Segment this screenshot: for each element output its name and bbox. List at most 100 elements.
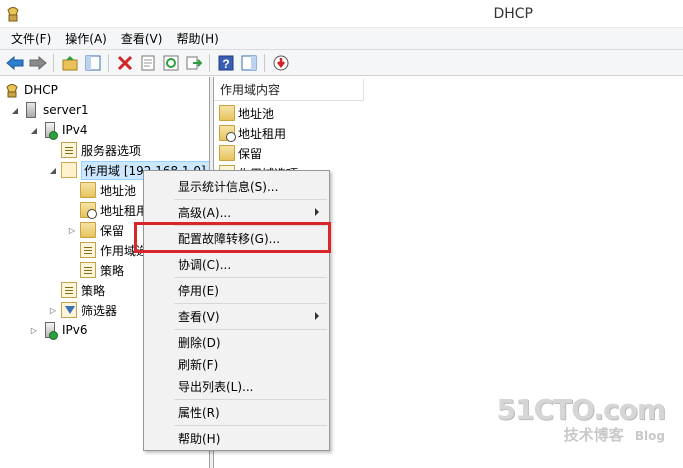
properties-icon[interactable] — [137, 52, 158, 73]
tree-item-filters[interactable]: ▷ 筛选器 — [48, 300, 117, 320]
tree-label: server1 — [43, 103, 89, 117]
tree-item-policies[interactable]: 策略 — [61, 280, 105, 300]
list-item[interactable]: 保留 — [219, 143, 262, 163]
context-menu: 显示统计信息(S)... 高级(A)... 配置故障转移(G)... 协调(C)… — [143, 170, 330, 451]
up-folder-icon[interactable] — [59, 52, 80, 73]
menu-action[interactable]: 操作(A) — [58, 28, 114, 49]
tree-item-ipv6[interactable]: ▷ IPv6 — [29, 320, 88, 340]
tree-item-dhcp[interactable]: DHCP — [4, 80, 58, 100]
menu-item-show-statistics[interactable]: 显示统计信息(S)... — [146, 175, 327, 197]
menu-separator — [174, 199, 327, 200]
toolbar-separator — [53, 53, 54, 72]
menu-separator — [174, 425, 327, 426]
menu-separator — [174, 303, 327, 304]
watermark-subtitle-text: 技术博客 — [563, 426, 624, 444]
menu-item-properties[interactable]: 属性(R) — [146, 401, 327, 423]
menu-item-label: 查看(V) — [178, 309, 220, 324]
tree-item-scope-policies[interactable]: 策略 — [80, 260, 124, 280]
menu-separator — [174, 329, 327, 330]
toolbar-separator — [108, 53, 109, 72]
folder-icon — [219, 105, 235, 121]
list-item[interactable]: 地址池 — [219, 103, 274, 123]
menu-file[interactable]: 文件(F) — [4, 28, 58, 49]
expand-arrow-icon[interactable]: ◢ — [10, 106, 20, 115]
watermark-brand: 51CTO.com — [496, 393, 666, 426]
menu-item-delete[interactable]: 删除(D) — [146, 331, 327, 353]
column-header[interactable]: 作用域内容 — [214, 79, 364, 101]
collapse-arrow-icon[interactable]: ▷ — [48, 306, 58, 315]
lease-clock-icon — [80, 202, 97, 219]
red-down-arrow-icon[interactable] — [270, 52, 291, 73]
menu-item-label: 删除(D) — [178, 335, 221, 350]
menu-item-reconcile[interactable]: 协调(C)... — [146, 253, 327, 275]
folder-icon — [80, 182, 96, 198]
menu-view[interactable]: 查看(V) — [114, 28, 170, 49]
toolbar-separator — [209, 53, 210, 72]
tree-label: 地址池 — [100, 183, 137, 198]
submenu-arrow-icon — [315, 208, 319, 216]
menu-item-export-list[interactable]: 导出列表(L)... — [146, 375, 327, 397]
menu-bar: 文件(F) 操作(A) 查看(V) 帮助(H) — [0, 28, 683, 50]
options-icon — [80, 242, 96, 258]
title-bar: DHCP — [0, 0, 683, 28]
delete-icon[interactable] — [114, 52, 135, 73]
menu-item-view[interactable]: 查看(V) — [146, 305, 327, 327]
export-icon[interactable] — [183, 52, 204, 73]
list-item-label: 保留 — [238, 146, 263, 161]
tree-item-address-pool[interactable]: 地址池 — [80, 180, 136, 200]
folder-icon — [80, 222, 96, 238]
tree-item-server-options[interactable]: 服务器选项 — [61, 140, 141, 160]
refresh-icon[interactable] — [160, 52, 181, 73]
help-icon[interactable]: ? — [215, 52, 236, 73]
back-icon[interactable] — [4, 52, 25, 73]
forward-icon[interactable] — [27, 52, 48, 73]
menu-item-advanced[interactable]: 高级(A)... — [146, 201, 327, 223]
show-hide-tree-icon[interactable] — [82, 52, 103, 73]
tree-label: 服务器选项 — [81, 143, 142, 158]
policy-icon — [61, 282, 77, 298]
ipv4-icon — [45, 122, 58, 140]
tree-label: 保留 — [100, 223, 125, 238]
tree-item-server1[interactable]: ◢ server1 — [10, 100, 89, 120]
dhcp-icon — [6, 84, 18, 98]
menu-separator — [174, 399, 327, 400]
options-icon — [61, 142, 77, 158]
menu-item-label: 停用(E) — [178, 283, 219, 298]
tree-item-address-leases[interactable]: 地址租用 — [80, 200, 148, 220]
watermark-subtitle: 技术博客 Blog — [497, 424, 665, 445]
collapse-arrow-icon[interactable]: ▷ — [67, 226, 77, 235]
tree-item-ipv4[interactable]: ◢ IPv4 — [29, 120, 88, 140]
watermark: 51CTO.com 技术博客 Blog — [496, 393, 666, 445]
list-item[interactable]: 地址租用 — [219, 123, 286, 143]
menu-separator — [174, 277, 327, 278]
toolbar: ? — [0, 50, 683, 76]
tree-label: 策略 — [81, 283, 106, 298]
menu-item-label: 高级(A)... — [178, 205, 232, 220]
action-pane-icon[interactable] — [238, 52, 259, 73]
menu-item-label: 属性(R) — [178, 405, 220, 420]
filter-icon — [61, 302, 77, 318]
menu-item-label: 导出列表(L)... — [178, 379, 254, 394]
scope-folder-icon — [61, 162, 77, 178]
menu-item-label: 协调(C)... — [178, 257, 232, 272]
tree-label: 筛选器 — [81, 303, 118, 318]
svg-text:?: ? — [222, 57, 229, 71]
ipv6-icon — [45, 322, 58, 340]
watermark-blog-text: Blog — [634, 429, 665, 443]
tree-label: IPv4 — [62, 123, 88, 137]
tree-item-reservations[interactable]: ▷ 保留 — [67, 220, 124, 240]
menu-item-refresh[interactable]: 刷新(F) — [146, 353, 327, 375]
expand-arrow-icon[interactable]: ◢ — [29, 126, 39, 135]
expand-arrow-icon[interactable]: ◢ — [48, 166, 58, 175]
list-item-label: 地址租用 — [238, 126, 287, 141]
toolbar-separator — [264, 53, 265, 72]
menu-item-deactivate[interactable]: 停用(E) — [146, 279, 327, 301]
policy-icon — [80, 262, 96, 278]
folder-icon — [219, 145, 235, 161]
collapse-arrow-icon[interactable]: ▷ — [29, 326, 39, 335]
menu-item-help[interactable]: 帮助(H) — [146, 427, 327, 449]
menu-help[interactable]: 帮助(H) — [169, 28, 225, 49]
window-title: DHCP — [493, 6, 533, 22]
tree-label: DHCP — [24, 83, 58, 97]
lease-clock-icon — [219, 125, 236, 142]
